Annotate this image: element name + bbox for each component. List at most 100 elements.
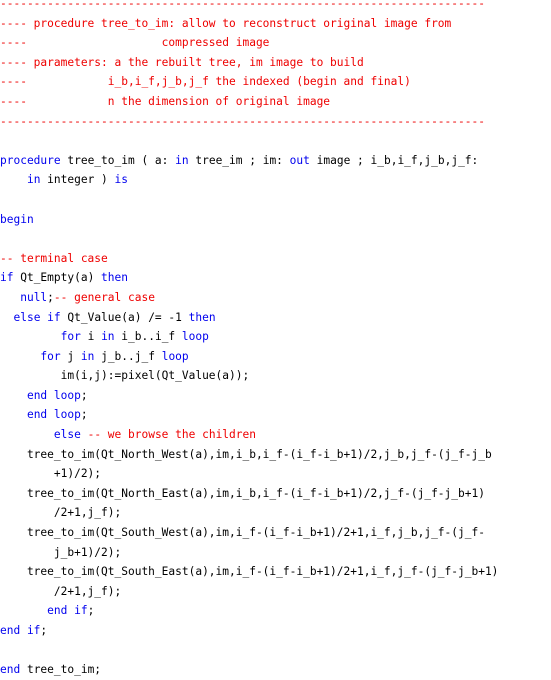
code-line: begin <box>0 210 498 230</box>
keyword: end <box>0 663 21 677</box>
code-text: i <box>80 330 102 344</box>
code-text: tree_to_im ( a: <box>60 153 176 167</box>
keyword: null <box>20 290 48 304</box>
code-text: ; <box>80 388 88 402</box>
keyword: end loop <box>26 388 81 402</box>
code-line: ---- parameters: a the rebuilt tree, im … <box>0 53 498 73</box>
keyword: loop <box>181 330 209 344</box>
code-text: j_b+1)/2); <box>0 545 122 559</box>
keyword: for <box>40 349 61 363</box>
code-text: Qt_Empty(a) <box>13 271 102 285</box>
keyword: in <box>26 173 41 187</box>
code-line: for i in i_b..i_f loop <box>0 327 498 347</box>
keyword: else <box>53 428 81 442</box>
comment: ---- parameters: a the rebuilt tree, im … <box>0 55 364 69</box>
code-listing: ----------------------------------------… <box>0 0 498 680</box>
keyword: out <box>289 153 310 167</box>
code-line: if Qt_Empty(a) then <box>0 268 498 288</box>
code-line: null;-- general case <box>0 288 498 308</box>
code-line: procedure tree_to_im ( a: in tree_im ; i… <box>0 151 498 171</box>
code-line: +1)/2); <box>0 464 498 484</box>
keyword: in <box>80 349 95 363</box>
code-line: for j in j_b..j_f loop <box>0 347 498 367</box>
code-text: image ; i_b,i_f,j_b,j_f: <box>309 153 479 167</box>
code-line: tree_to_im(Qt_North_West(a),im,i_b,i_f-(… <box>0 445 498 465</box>
code-text: /2+1,j_f); <box>0 584 122 598</box>
keyword: end if <box>47 604 88 618</box>
comment: -- general case <box>53 290 155 304</box>
code-text: ; <box>87 604 95 618</box>
code-text: ; <box>47 290 54 304</box>
code-text: tree_to_im; <box>20 663 102 677</box>
keyword: in <box>101 330 115 344</box>
keyword: is <box>114 173 129 187</box>
keyword: then <box>188 310 216 324</box>
comment: ----------------------------------------… <box>0 114 485 128</box>
keyword: for <box>60 330 81 344</box>
code-text: tree_to_im(Qt_South_East(a),im,i_f-(i_f-… <box>0 565 499 579</box>
code-line: end tree_to_im; <box>0 660 498 680</box>
comment: ----------------------------------------… <box>0 0 485 10</box>
comment: ---- i_b,i_f,j_b,j_f the indexed (begin … <box>0 75 411 89</box>
code-text: j <box>60 349 81 363</box>
code-text: tree_to_im(Qt_South_West(a),im,i_f-(i_f-… <box>0 526 485 540</box>
comment: -- terminal case <box>0 251 108 265</box>
code-line: /2+1,j_f); <box>0 582 498 602</box>
code-line: ---- procedure tree_to_im: allow to reco… <box>0 14 498 34</box>
code-line: ----------------------------------------… <box>0 0 498 14</box>
code-line: ---- n the dimension of original image <box>0 92 498 112</box>
keyword: begin <box>0 212 34 226</box>
keyword: procedure <box>0 153 61 167</box>
code-line: else if Qt_Value(a) /= -1 then <box>0 308 498 328</box>
code-line: /2+1,j_f); <box>0 503 498 523</box>
code-line: ----------------------------------------… <box>0 112 498 132</box>
code-line: tree_to_im(Qt_North_East(a),im,i_b,i_f-(… <box>0 484 498 504</box>
keyword: else if <box>13 310 61 324</box>
comment: ---- compressed image <box>0 36 270 50</box>
keyword: if <box>0 271 14 285</box>
code-text: ; <box>80 408 88 422</box>
code-line: in integer ) is <box>0 170 498 190</box>
code-line: j_b+1)/2); <box>0 543 498 563</box>
code-text: tree_to_im(Qt_North_East(a),im,i_b,i_f-(… <box>0 486 485 500</box>
comment: -- we browse the children <box>87 428 256 442</box>
keyword: loop <box>161 349 189 363</box>
code-line: tree_to_im(Qt_South_West(a),im,i_f-(i_f-… <box>0 523 498 543</box>
comment: ---- n the dimension of original image <box>0 94 331 108</box>
code-text: i_b..i_f <box>114 330 182 344</box>
code-text: Qt_Value(a) /= -1 <box>60 310 189 324</box>
code-line: end loop; <box>0 386 498 406</box>
code-line: -- terminal case <box>0 249 498 269</box>
code-text: integer ) <box>40 173 115 187</box>
code-line: end loop; <box>0 405 498 425</box>
comment: ---- procedure tree_to_im: allow to reco… <box>0 16 452 30</box>
code-line: else -- we browse the children <box>0 425 498 445</box>
code-line: ---- i_b,i_f,j_b,j_f the indexed (begin … <box>0 72 498 92</box>
code-line: end if; <box>0 601 498 621</box>
keyword: in <box>175 153 189 167</box>
code-text: j_b..j_f <box>94 349 162 363</box>
keyword: end loop <box>26 408 81 422</box>
keyword: then <box>101 271 128 285</box>
code-text: tree_im ; im: <box>188 153 290 167</box>
code-line: tree_to_im(Qt_South_East(a),im,i_f-(i_f-… <box>0 562 499 582</box>
code-line: end if; <box>0 621 498 641</box>
code-line: ---- compressed image <box>0 33 498 53</box>
code-text: im(i,j):=pixel(Qt_Value(a)); <box>0 369 250 383</box>
code-text: +1)/2); <box>0 467 102 481</box>
code-text: /2+1,j_f); <box>0 506 122 520</box>
